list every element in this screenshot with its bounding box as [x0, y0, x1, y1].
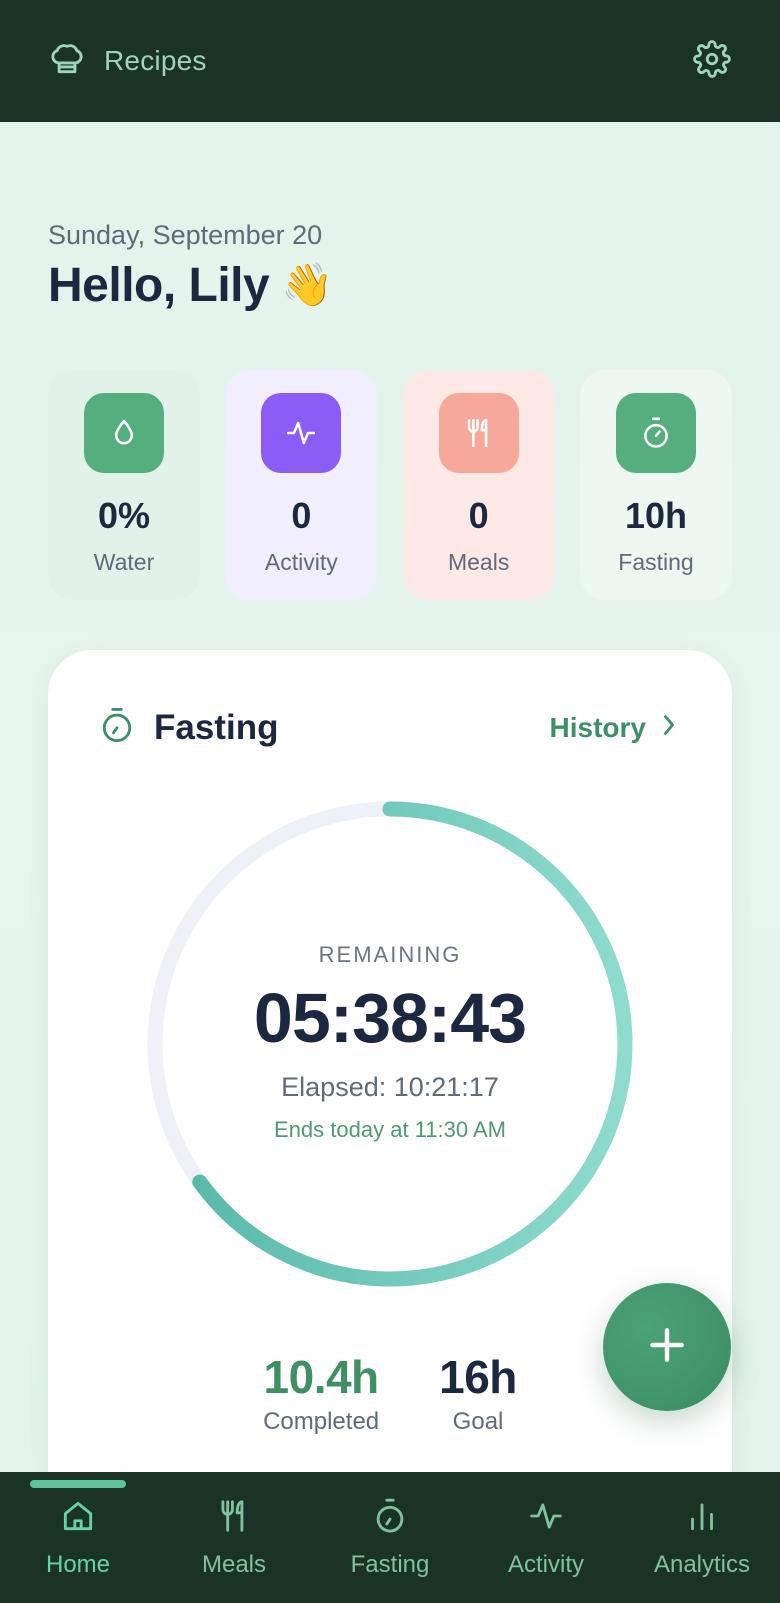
fasting-card: Fasting History REMAINING 05:38:43 Elaps… — [48, 650, 732, 1603]
timer-icon — [371, 1496, 409, 1541]
end-time: Ends today at 11:30 AM — [274, 1117, 506, 1142]
water-tile[interactable]: 0% Water — [48, 370, 200, 600]
nav-label-analytics: Analytics — [653, 1551, 751, 1578]
current-date: Sunday, September 20 — [48, 220, 323, 250]
history-link[interactable]: History — [550, 712, 678, 744]
stat-tiles: 0% Water 0 Activity 0 Meals 10h Fasting — [48, 370, 732, 600]
goal-value: 16h — [439, 1351, 517, 1403]
greeting-text: Hello, Lily — [48, 259, 270, 312]
goal-label: Goal — [452, 1408, 504, 1435]
chevron-right-icon — [660, 712, 678, 744]
plus-icon — [645, 1323, 689, 1372]
water-label: Water — [93, 549, 155, 575]
pulse-icon — [527, 1496, 565, 1541]
waving-hand-emoji: 👋 — [281, 261, 334, 308]
timer-readout: REMAINING 05:38:43 Elapsed: 10:21:17 End… — [140, 794, 640, 1294]
fasting-label: Fasting — [618, 549, 694, 575]
fasting-tile[interactable]: 10h Fasting — [579, 370, 732, 600]
pulse-icon — [261, 393, 342, 473]
bar-chart-icon — [683, 1496, 721, 1541]
meals-label: Meals — [447, 549, 510, 575]
water-value: 0% — [97, 495, 151, 536]
goal-stat: 16h Goal — [439, 1350, 517, 1436]
activity-value: 0 — [291, 495, 312, 536]
active-tab-indicator — [30, 1480, 126, 1488]
fasting-card-header: Fasting — [100, 706, 278, 749]
timer-icon — [615, 393, 696, 473]
elapsed-time: Elapsed: 10:21:17 — [281, 1072, 499, 1102]
fasting-card-title: Fasting — [154, 707, 279, 747]
utensils-icon — [215, 1496, 253, 1541]
nav-label-fasting: Fasting — [350, 1551, 430, 1578]
settings-button[interactable] — [692, 39, 732, 83]
nav-item-home[interactable]: Home — [0, 1472, 156, 1603]
chef-hat-icon — [48, 40, 86, 83]
utensils-icon — [438, 393, 519, 473]
nav-label-home: Home — [45, 1551, 111, 1578]
nav-item-activity[interactable]: Activity — [468, 1472, 624, 1603]
nav-item-analytics[interactable]: Analytics — [624, 1472, 780, 1603]
brand-label: Recipes — [104, 45, 207, 76]
completed-label: Completed — [263, 1408, 380, 1435]
app-screen: Recipes Sunday, September 20 Hello, Lily… — [0, 0, 780, 1603]
top-bar: Recipes — [0, 0, 780, 122]
remaining-label: REMAINING — [318, 942, 462, 967]
completed-stat: 10.4h Completed — [263, 1350, 379, 1436]
add-button[interactable] — [603, 1283, 731, 1411]
meals-tile[interactable]: 0 Meals — [402, 370, 555, 600]
timer-icon — [100, 706, 134, 749]
activity-tile[interactable]: 0 Activity — [225, 370, 378, 600]
droplet-icon — [84, 393, 164, 473]
nav-item-fasting[interactable]: Fasting — [312, 1472, 468, 1603]
bottom-nav: Home Meals Fasting Activity Analytics — [0, 1472, 780, 1603]
nav-label-activity: Activity — [507, 1551, 584, 1578]
gear-icon — [693, 39, 731, 83]
meals-value: 0 — [468, 495, 489, 536]
nav-label-meals: Meals — [201, 1551, 267, 1578]
activity-label: Activity — [264, 549, 338, 575]
greeting-heading: Hello, Lily 👋 — [48, 258, 334, 313]
home-icon — [59, 1496, 97, 1541]
recipes-link[interactable]: Recipes — [48, 40, 207, 83]
remaining-time: 05:38:43 — [253, 979, 527, 1057]
fasting-value: 10h — [624, 495, 687, 536]
history-label: History — [549, 712, 646, 743]
completed-value: 10.4h — [263, 1351, 380, 1403]
nav-item-meals[interactable]: Meals — [156, 1472, 312, 1603]
